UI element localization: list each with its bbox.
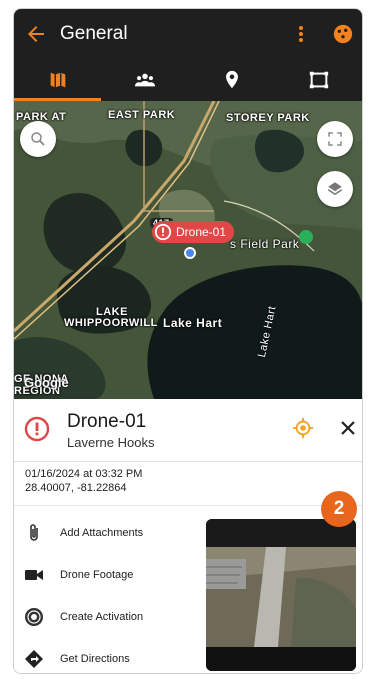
coordinates: 28.40007, -81.22864 (25, 482, 127, 494)
frame-icon (309, 71, 328, 89)
fullscreen-button[interactable] (317, 121, 353, 157)
video-camera-icon (24, 565, 44, 585)
map-label-east-park: EAST PARK (108, 109, 176, 121)
fullscreen-icon (328, 132, 342, 146)
divider (14, 461, 362, 462)
alert-icon (24, 416, 50, 442)
drone-map-marker[interactable]: Drone-01 (152, 221, 235, 243)
action-label: Create Activation (60, 611, 144, 623)
drone-marker-label: Drone-01 (176, 225, 227, 239)
more-vert-icon[interactable] (293, 22, 309, 46)
action-label: Get Directions (60, 653, 130, 665)
drone-detail-sheet: Drone-01 Laverne Hooks 01/16/2024 at 03:… (14, 399, 362, 673)
activation-icon (24, 607, 44, 627)
action-label: Drone Footage (60, 569, 134, 581)
map-icon (50, 72, 65, 88)
tab-frame[interactable] (275, 59, 362, 101)
step-badge: 2 (321, 491, 357, 527)
phone-frame: General PARK AT EAST PARK STOREY PARK s … (13, 8, 363, 674)
tab-map[interactable] (14, 59, 101, 101)
map-label-storey-park: STOREY PARK (226, 112, 310, 124)
layers-button[interactable] (317, 171, 353, 207)
layers-icon (327, 182, 343, 196)
footage-thumbnail (206, 519, 356, 671)
map-search-button[interactable] (20, 121, 56, 157)
map-label-whippoorwill: WHIPPOORWILL (64, 317, 158, 329)
close-icon[interactable] (339, 419, 357, 437)
get-directions-button[interactable]: Get Directions (14, 639, 194, 673)
drone-footage-button[interactable]: Drone Footage (14, 555, 194, 595)
drone-name: Drone-01 (67, 411, 147, 432)
map-label-field-park: s Field Park (230, 237, 300, 251)
add-attachments-button[interactable]: Add Attachments (14, 513, 194, 553)
action-label: Add Attachments (60, 527, 144, 539)
app-bar: General (14, 9, 362, 59)
google-logo: Google (24, 375, 69, 390)
tab-people[interactable] (101, 59, 188, 101)
map-label-lake-hart: Lake Hart (163, 316, 223, 330)
drone-footage-preview[interactable] (206, 519, 356, 671)
people-icon (134, 73, 155, 87)
locate-target-icon[interactable] (292, 417, 314, 439)
park-marker[interactable] (299, 230, 313, 244)
satellite-map[interactable]: PARK AT EAST PARK STOREY PARK s Field Pa… (14, 101, 362, 399)
location-pin-icon (225, 70, 238, 89)
page-title: General (60, 23, 128, 44)
paperclip-icon (24, 523, 44, 543)
alert-icon (154, 223, 172, 241)
divider (14, 505, 362, 506)
tab-bar (14, 59, 362, 101)
back-arrow-icon[interactable] (24, 22, 48, 46)
directions-icon (24, 649, 44, 669)
report-datetime: 01/16/2024 at 03:32 PM (25, 468, 143, 480)
tab-location[interactable] (188, 59, 275, 101)
operator-name: Laverne Hooks (67, 435, 155, 450)
palette-icon[interactable] (332, 23, 354, 45)
create-activation-button[interactable]: Create Activation (14, 597, 194, 637)
current-location-dot (184, 247, 196, 259)
search-icon (31, 132, 45, 146)
